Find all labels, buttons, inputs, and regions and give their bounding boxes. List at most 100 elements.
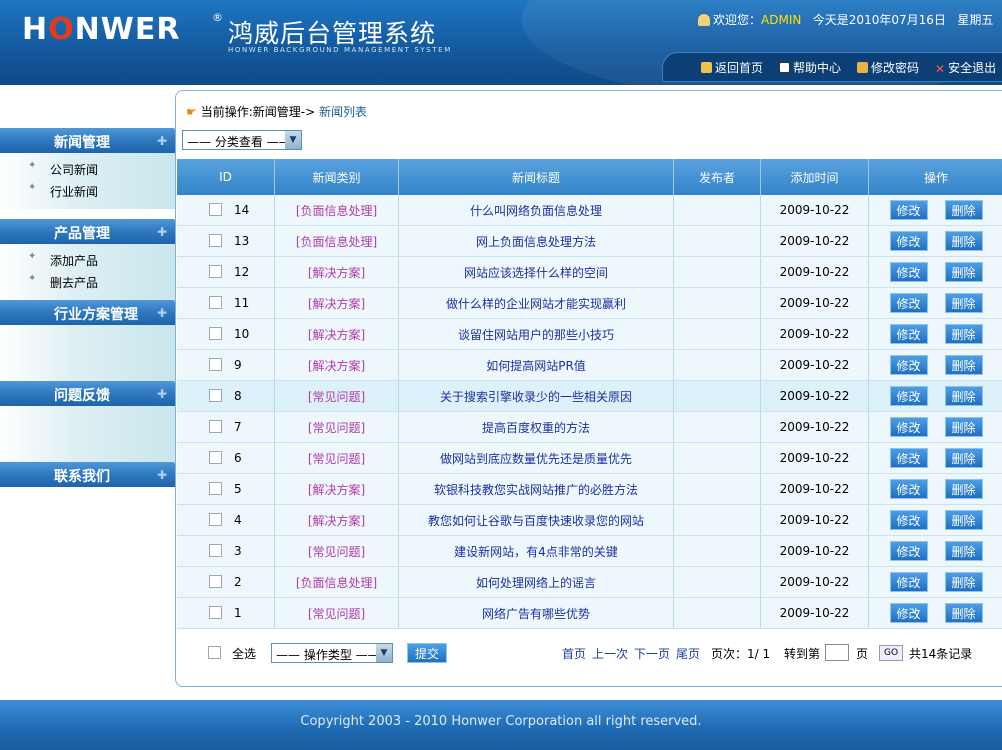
row-title-link[interactable]: 建设新网站，有4点非常的关键 bbox=[398, 535, 674, 567]
menu-news[interactable]: 新闻管理 ✚ bbox=[0, 128, 175, 153]
delete-button[interactable]: 删除 bbox=[944, 200, 983, 220]
delete-button[interactable]: 删除 bbox=[944, 293, 983, 313]
row-checkbox[interactable] bbox=[209, 544, 222, 557]
next-page-link[interactable]: 下一页 bbox=[634, 645, 670, 662]
sidebar-item-add-product[interactable]: ✦ 添加产品 bbox=[0, 248, 175, 270]
category-filter-select[interactable]: —— 分类查看 —— ▼ bbox=[182, 130, 302, 150]
row-checkbox[interactable] bbox=[209, 420, 222, 433]
delete-button[interactable]: 删除 bbox=[944, 603, 983, 623]
row-author bbox=[673, 566, 761, 598]
row-title-link[interactable]: 谈留住网站用户的那些小技巧 bbox=[398, 318, 674, 350]
row-checkbox[interactable] bbox=[209, 203, 222, 216]
edit-button[interactable]: 修改 bbox=[889, 231, 928, 251]
row-title-link[interactable]: 教您如何让谷歌与百度快速收录您的网站 bbox=[398, 504, 674, 536]
menu-products[interactable]: 产品管理 ✚ bbox=[0, 219, 175, 244]
row-title-link[interactable]: 网上负面信息处理方法 bbox=[398, 225, 674, 257]
edit-button[interactable]: 修改 bbox=[889, 448, 928, 468]
delete-button[interactable]: 删除 bbox=[944, 510, 983, 530]
delete-button[interactable]: 删除 bbox=[944, 572, 983, 592]
delete-button[interactable]: 删除 bbox=[944, 355, 983, 375]
change-password-link[interactable]: 修改密码 bbox=[857, 59, 919, 76]
row-checkbox[interactable] bbox=[209, 575, 222, 588]
sidebar-item-delete-product[interactable]: ✦ 删去产品 bbox=[0, 270, 175, 292]
last-page-link[interactable]: 尾页 bbox=[676, 645, 700, 662]
row-checkbox[interactable] bbox=[209, 296, 222, 309]
row-title-link[interactable]: 关于搜索引擎收录少的一些相关原因 bbox=[398, 380, 674, 412]
edit-button[interactable]: 修改 bbox=[889, 572, 928, 592]
first-page-link[interactable]: 首页 bbox=[562, 645, 586, 662]
menu-feedback[interactable]: 问题反馈 ✚ bbox=[0, 381, 175, 406]
menu-contact[interactable]: 联系我们 ✚ bbox=[0, 462, 175, 487]
user-icon bbox=[698, 14, 710, 26]
submit-button[interactable]: 提交 bbox=[407, 643, 447, 663]
edit-button[interactable]: 修改 bbox=[889, 293, 928, 313]
row-category: [负面信息处理] bbox=[274, 225, 399, 257]
sidebar-item-company-news[interactable]: ✦ 公司新闻 bbox=[0, 157, 175, 179]
edit-button[interactable]: 修改 bbox=[889, 603, 928, 623]
table-row: 2 [负面信息处理] 如何处理网络上的谣言 2009-10-22 修改 删除 bbox=[177, 566, 1002, 598]
edit-button[interactable]: 修改 bbox=[889, 386, 928, 406]
row-id: 4 bbox=[234, 513, 242, 527]
table-row: 14 [负面信息处理] 什么叫网络负面信息处理 2009-10-22 修改 删除 bbox=[177, 195, 1002, 226]
goto-label: 转到第 bbox=[784, 647, 821, 661]
select-all-checkbox[interactable] bbox=[208, 646, 221, 659]
edit-button[interactable]: 修改 bbox=[889, 541, 928, 561]
delete-button[interactable]: 删除 bbox=[944, 417, 983, 437]
home-link[interactable]: 返回首页 bbox=[701, 59, 763, 76]
menu-solutions[interactable]: 行业方案管理 ✚ bbox=[0, 300, 175, 325]
sidebar-item-industry-news[interactable]: ✦ 行业新闻 bbox=[0, 179, 175, 201]
row-author bbox=[673, 442, 761, 474]
row-checkbox[interactable] bbox=[209, 482, 222, 495]
go-button[interactable]: GO bbox=[879, 645, 903, 661]
row-title-link[interactable]: 如何处理网络上的谣言 bbox=[398, 566, 674, 598]
row-author bbox=[673, 504, 761, 536]
row-id: 11 bbox=[234, 296, 250, 310]
edit-button[interactable]: 修改 bbox=[889, 417, 928, 437]
row-author bbox=[673, 318, 761, 350]
row-checkbox[interactable] bbox=[209, 451, 222, 464]
top-nav: 返回首页 帮助中心 修改密码 ✕ 安全退出 bbox=[662, 52, 1002, 82]
row-actions: 修改 删除 bbox=[868, 287, 1002, 319]
prev-page-link[interactable]: 上一次 bbox=[592, 645, 628, 662]
row-id: 5 bbox=[234, 482, 242, 496]
row-checkbox[interactable] bbox=[209, 389, 222, 402]
edit-button[interactable]: 修改 bbox=[889, 479, 928, 499]
row-title-link[interactable]: 提高百度权重的方法 bbox=[398, 411, 674, 443]
menu-solutions-body bbox=[0, 325, 175, 381]
edit-button[interactable]: 修改 bbox=[889, 355, 928, 375]
user-info: 欢迎您：ADMIN 今天是2010年07月16日 星期五 bbox=[698, 11, 993, 28]
row-title-link[interactable]: 做网站到底应数量优先还是质量优先 bbox=[398, 442, 674, 474]
row-id: 9 bbox=[234, 358, 242, 372]
delete-button[interactable]: 删除 bbox=[944, 262, 983, 282]
row-actions: 修改 删除 bbox=[868, 225, 1002, 257]
row-checkbox[interactable] bbox=[209, 234, 222, 247]
row-title-link[interactable]: 做什么样的企业网站才能实现赢利 bbox=[398, 287, 674, 319]
row-title-link[interactable]: 什么叫网络负面信息处理 bbox=[398, 195, 674, 226]
row-checkbox[interactable] bbox=[209, 265, 222, 278]
action-type-select[interactable]: —— 操作类型 —— ▼ bbox=[271, 643, 393, 663]
row-checkbox[interactable] bbox=[209, 358, 222, 371]
edit-button[interactable]: 修改 bbox=[889, 510, 928, 530]
help-link[interactable]: 帮助中心 bbox=[779, 59, 841, 76]
delete-button[interactable]: 删除 bbox=[944, 386, 983, 406]
delete-button[interactable]: 删除 bbox=[944, 231, 983, 251]
row-checkbox[interactable] bbox=[209, 327, 222, 340]
row-checkbox[interactable] bbox=[209, 606, 222, 619]
delete-button[interactable]: 删除 bbox=[944, 541, 983, 561]
delete-button[interactable]: 删除 bbox=[944, 479, 983, 499]
delete-button[interactable]: 删除 bbox=[944, 448, 983, 468]
page-number-input[interactable] bbox=[825, 644, 849, 661]
row-title-link[interactable]: 网站应该选择什么样的空间 bbox=[398, 256, 674, 288]
id-cell: 7 bbox=[177, 411, 275, 443]
logout-link[interactable]: ✕ 安全退出 bbox=[935, 59, 996, 76]
row-title-link[interactable]: 如何提高网站PR值 bbox=[398, 349, 674, 381]
edit-button[interactable]: 修改 bbox=[889, 262, 928, 282]
row-date: 2009-10-22 bbox=[760, 473, 869, 505]
edit-button[interactable]: 修改 bbox=[889, 324, 928, 344]
row-title-link[interactable]: 软银科技教您实战网站推广的必胜方法 bbox=[398, 473, 674, 505]
id-cell: 14 bbox=[177, 195, 275, 226]
edit-button[interactable]: 修改 bbox=[889, 200, 928, 220]
row-title-link[interactable]: 网络广告有哪些优势 bbox=[398, 597, 674, 629]
row-checkbox[interactable] bbox=[209, 513, 222, 526]
delete-button[interactable]: 删除 bbox=[944, 324, 983, 344]
